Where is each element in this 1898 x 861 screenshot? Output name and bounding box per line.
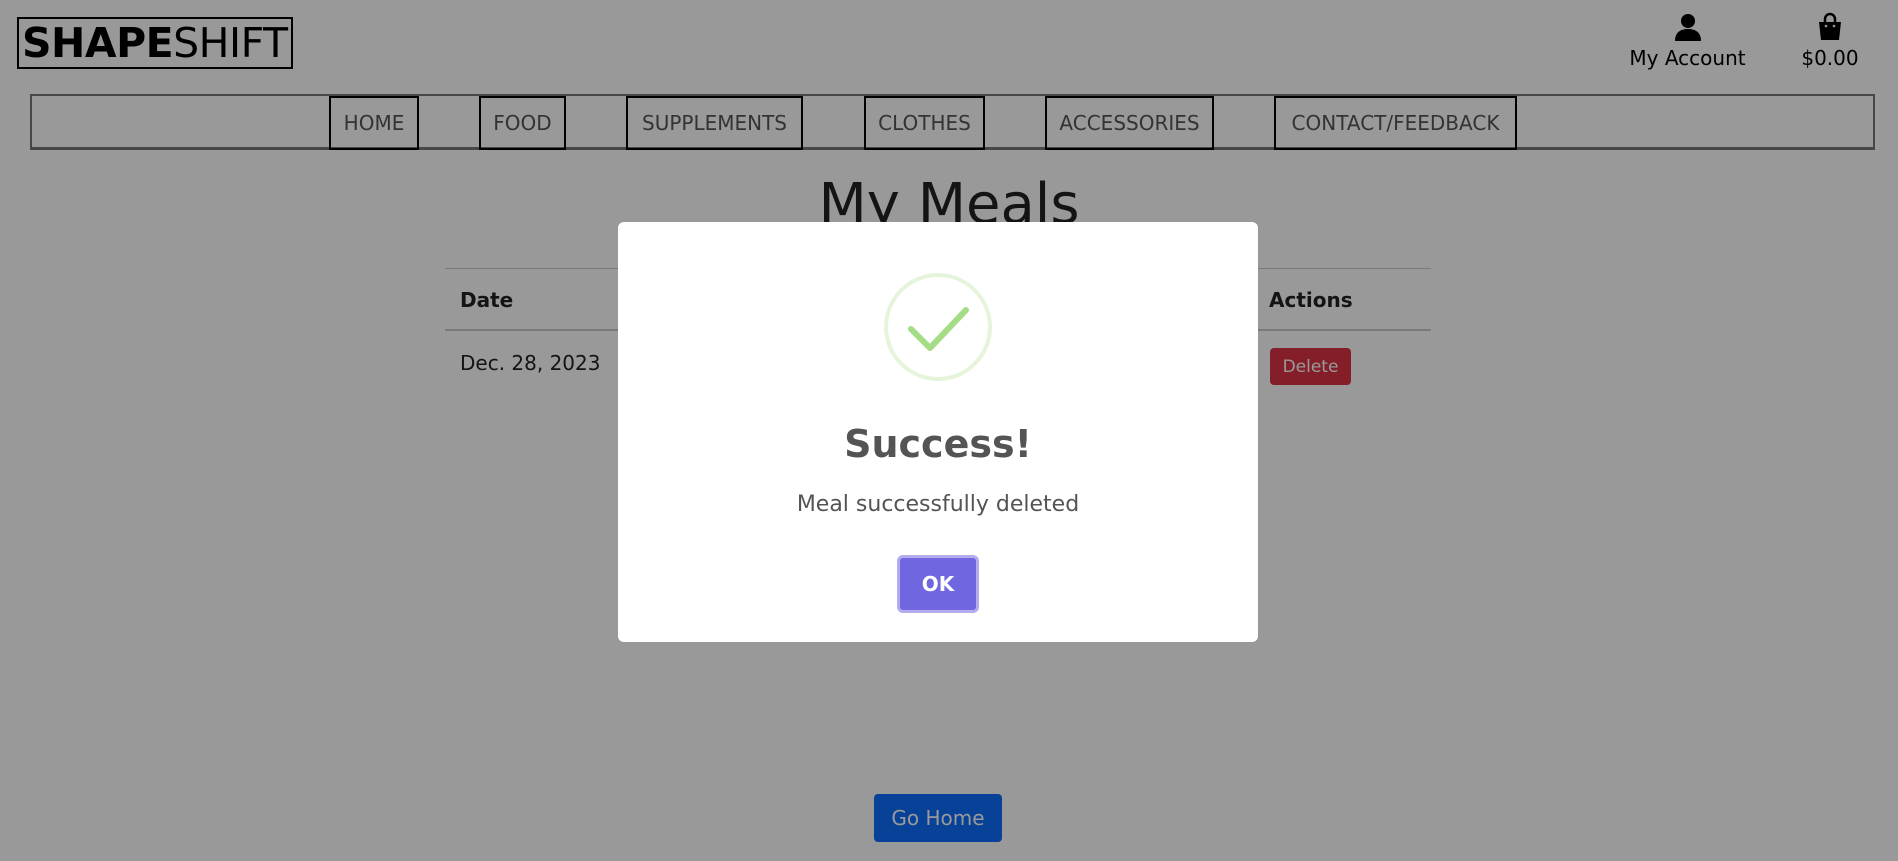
dialog-message: Meal successfully deleted [796, 492, 1080, 517]
dialog-title: Success! [844, 422, 1032, 466]
ok-button[interactable]: OK [897, 555, 979, 613]
success-dialog: Success! Meal successfully deleted OK [618, 222, 1258, 642]
success-check-icon [884, 273, 992, 381]
